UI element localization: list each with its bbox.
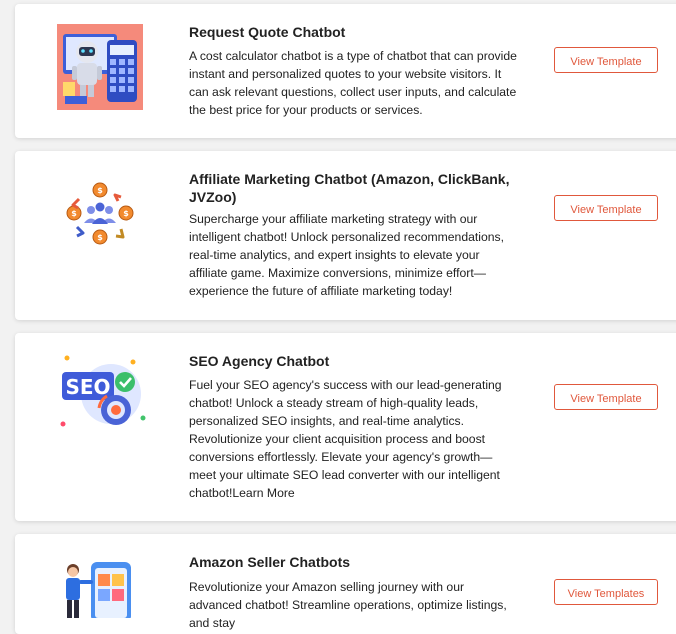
card-title: Amazon Seller Chatbots xyxy=(189,554,351,570)
card-description: Revolutionize your Amazon selling journe… xyxy=(189,580,507,630)
template-card-seo-agency: SEO SEO Agency Chatbot Fuel your SEO age… xyxy=(15,333,676,521)
card-title: Affiliate Marketing Chatbot (Amazon, Cli… xyxy=(189,171,510,205)
svg-text:$: $ xyxy=(97,186,103,195)
svg-text:$: $ xyxy=(97,233,103,242)
svg-text:$: $ xyxy=(71,209,77,218)
view-templates-button[interactable]: View Templates xyxy=(554,579,658,605)
affiliate-network-icon: $ $ $ $ xyxy=(57,179,143,265)
calculator-robot-icon xyxy=(57,24,143,110)
template-card-request-quote: Request Quote Chatbot A cost calculator … xyxy=(15,4,676,138)
card-title: SEO Agency Chatbot xyxy=(189,353,330,369)
card-description: Fuel your SEO agency's success with our … xyxy=(189,378,502,500)
view-template-button[interactable]: View Template xyxy=(554,384,658,410)
template-card-amazon-seller: Amazon Seller Chatbots Revolutionize you… xyxy=(15,534,676,634)
template-card-affiliate-marketing: $ $ $ $ Affiliate Marketing Chatbot (Amazon… xyxy=(15,151,676,320)
svg-text:$: $ xyxy=(123,209,129,218)
card-title: Request Quote Chatbot xyxy=(189,24,346,40)
amazon-seller-phone-icon xyxy=(61,558,137,618)
view-template-button[interactable]: View Template xyxy=(554,47,658,73)
card-description: Supercharge your affiliate marketing str… xyxy=(189,212,505,298)
card-description: A cost calculator chatbot is a type of c… xyxy=(189,49,517,117)
seo-label: SEO xyxy=(65,375,110,399)
seo-gear-icon: SEO xyxy=(59,352,149,438)
view-template-button[interactable]: View Template xyxy=(554,195,658,221)
